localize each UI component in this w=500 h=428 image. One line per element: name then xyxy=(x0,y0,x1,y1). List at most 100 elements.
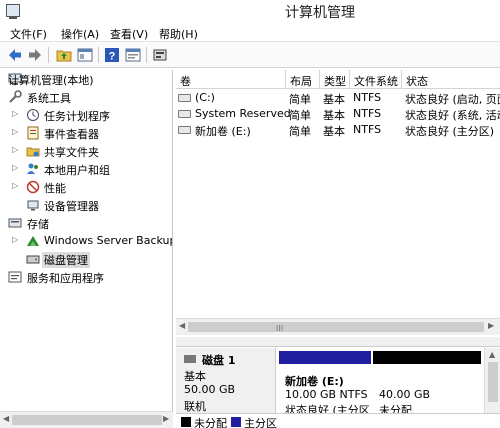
volume-type: 基本 xyxy=(323,93,345,106)
menu-file[interactable]: 文件(F) xyxy=(10,26,47,42)
disk-graphical-view: 磁盘 1 基本 50.00 GB 联机 新加卷 (E:) 10.00 GB NT… xyxy=(176,348,500,417)
tree-item-label: 系统工具 xyxy=(27,92,71,105)
shared-folder-icon xyxy=(26,144,40,158)
pane-splitter[interactable] xyxy=(176,337,500,347)
up-folder-icon[interactable] xyxy=(55,46,73,64)
menu-bar: 文件(F) 操作(A) 查看(V) 帮助(H) xyxy=(0,22,500,42)
volume-status: 状态良好 (主分区) xyxy=(405,125,495,138)
expand-arrow-icon[interactable]: ▷ xyxy=(12,181,18,190)
tree-item-label: 本地用户和组 xyxy=(44,164,110,177)
scroll-thumb[interactable]: III xyxy=(188,322,484,333)
toolbar-separator xyxy=(98,47,99,63)
expand-arrow-icon[interactable]: ▷ xyxy=(12,163,18,172)
disk-info-panel[interactable]: 磁盘 1 基本 50.00 GB 联机 xyxy=(176,348,276,413)
device-manager-icon xyxy=(26,198,40,212)
tree-item-label: 磁盘管理 xyxy=(42,252,90,268)
volume-name: System Reserved xyxy=(195,107,291,120)
expand-arrow-icon[interactable]: ▷ xyxy=(12,109,18,118)
disk-size: 50.00 GB xyxy=(184,383,236,396)
table-row[interactable]: (C:) 简单 基本 NTFS 状态良好 (启动, 页面 xyxy=(176,90,500,106)
tree-item-label: Windows Server Backup xyxy=(44,234,173,247)
help-icon[interactable]: ? xyxy=(103,46,121,64)
partition-size: 40.00 GB xyxy=(379,388,431,401)
legend-swatch-primary xyxy=(231,417,241,427)
performance-icon xyxy=(26,180,40,194)
volume-filesystem: NTFS xyxy=(353,107,382,120)
volume-name: 新加卷 (E:) xyxy=(195,125,251,138)
tools-icon xyxy=(8,90,22,104)
tree-item-label: 设备管理器 xyxy=(44,200,99,213)
toolbar-separator xyxy=(48,47,49,63)
column-header-type[interactable]: 类型 xyxy=(320,70,350,89)
storage-icon xyxy=(8,216,22,230)
scroll-up-icon[interactable]: ▲ xyxy=(489,350,495,359)
legend-label-primary: 主分区 xyxy=(244,417,277,428)
disk-settings-icon[interactable] xyxy=(151,46,169,64)
volume-icon xyxy=(178,126,191,134)
volume-icon xyxy=(178,94,191,102)
svg-text:?: ? xyxy=(109,51,116,63)
expand-arrow-icon[interactable]: ▷ xyxy=(12,235,18,244)
column-header-volume[interactable]: 卷 xyxy=(176,70,286,89)
disk-name: 磁盘 1 xyxy=(202,354,236,367)
window-title: 计算机管理 xyxy=(285,5,355,21)
table-row[interactable]: System Reserved 简单 基本 NTFS 状态良好 (系统, 活动 xyxy=(176,106,500,122)
column-header-layout[interactable]: 布局 xyxy=(286,70,320,89)
partition-color-bar xyxy=(279,351,371,364)
back-icon[interactable] xyxy=(6,46,24,64)
legend: 未分配 主分区 xyxy=(176,413,500,428)
volume-layout: 简单 xyxy=(289,93,311,106)
legend-label-unallocated: 未分配 xyxy=(194,417,227,428)
volume-name: (C:) xyxy=(195,91,215,104)
menu-help[interactable]: 帮助(H) xyxy=(159,26,198,42)
properties-icon[interactable] xyxy=(124,46,142,64)
column-header-filesystem[interactable]: 文件系统 xyxy=(350,70,402,89)
volume-type: 基本 xyxy=(323,109,345,122)
tree-item-label: 任务计划程序 xyxy=(44,110,110,123)
services-icon xyxy=(8,270,22,284)
partition-e[interactable]: 新加卷 (E:) 10.00 GB NTFS 状态良好 (主分区 xyxy=(279,351,371,417)
scroll-thumb[interactable] xyxy=(488,362,498,402)
disk-type: 基本 xyxy=(184,370,206,383)
toolbar: ? xyxy=(0,42,500,68)
tree-item-label: 服务和应用程序 xyxy=(27,272,104,285)
expand-arrow-icon[interactable]: ▷ xyxy=(12,145,18,154)
volume-filesystem: NTFS xyxy=(353,91,382,104)
partition-unallocated[interactable]: 40.00 GB 未分配 xyxy=(373,351,481,417)
users-icon xyxy=(26,162,40,176)
volume-icon xyxy=(178,110,191,118)
backup-icon xyxy=(26,234,40,248)
volume-status: 状态良好 (启动, 页面 xyxy=(405,93,500,106)
scroll-left-icon[interactable]: ◀ xyxy=(179,321,185,330)
title-bar: 计算机管理 xyxy=(0,0,500,22)
table-row[interactable]: 新加卷 (E:) 简单 基本 NTFS 状态良好 (主分区) xyxy=(176,122,500,138)
scroll-thumb[interactable] xyxy=(12,415,162,425)
volume-layout: 简单 xyxy=(289,125,311,138)
forward-icon[interactable] xyxy=(26,46,44,64)
scroll-left-icon[interactable]: ◀ xyxy=(3,414,9,423)
tree-root-label: 计算机管理(本地) xyxy=(8,74,94,87)
scroll-right-icon[interactable]: ▶ xyxy=(163,414,169,423)
menu-action[interactable]: 操作(A) xyxy=(61,26,99,42)
tree-horizontal-scrollbar[interactable]: ◀ ▶ xyxy=(0,411,173,428)
show-hide-tree-icon[interactable] xyxy=(76,46,94,64)
volume-status: 状态良好 (系统, 活动 xyxy=(405,109,500,122)
scroll-right-icon[interactable]: ▶ xyxy=(488,321,494,330)
column-header-status[interactable]: 状态 xyxy=(402,70,500,89)
disk-management-icon xyxy=(26,252,40,266)
partition-color-bar xyxy=(373,351,481,364)
expand-arrow-icon[interactable]: ▷ xyxy=(12,127,18,136)
volume-list-horizontal-scrollbar[interactable]: ◀ III ▶ xyxy=(176,318,500,335)
menu-view[interactable]: 查看(V) xyxy=(110,26,148,42)
tree-item-label: 共享文件夹 xyxy=(44,146,99,159)
tree-item-label: 事件查看器 xyxy=(44,128,99,141)
partition-name: 新加卷 (E:) xyxy=(285,375,344,388)
toolbar-separator xyxy=(146,47,147,63)
partition-size: 10.00 GB NTFS xyxy=(285,388,368,401)
event-viewer-icon xyxy=(26,126,40,140)
disk-status: 联机 xyxy=(184,400,206,413)
tree-item-label: 性能 xyxy=(44,182,66,195)
volume-filesystem: NTFS xyxy=(353,123,382,136)
disk-view-vertical-scrollbar[interactable]: ▲ xyxy=(484,348,500,413)
volume-type: 基本 xyxy=(323,125,345,138)
